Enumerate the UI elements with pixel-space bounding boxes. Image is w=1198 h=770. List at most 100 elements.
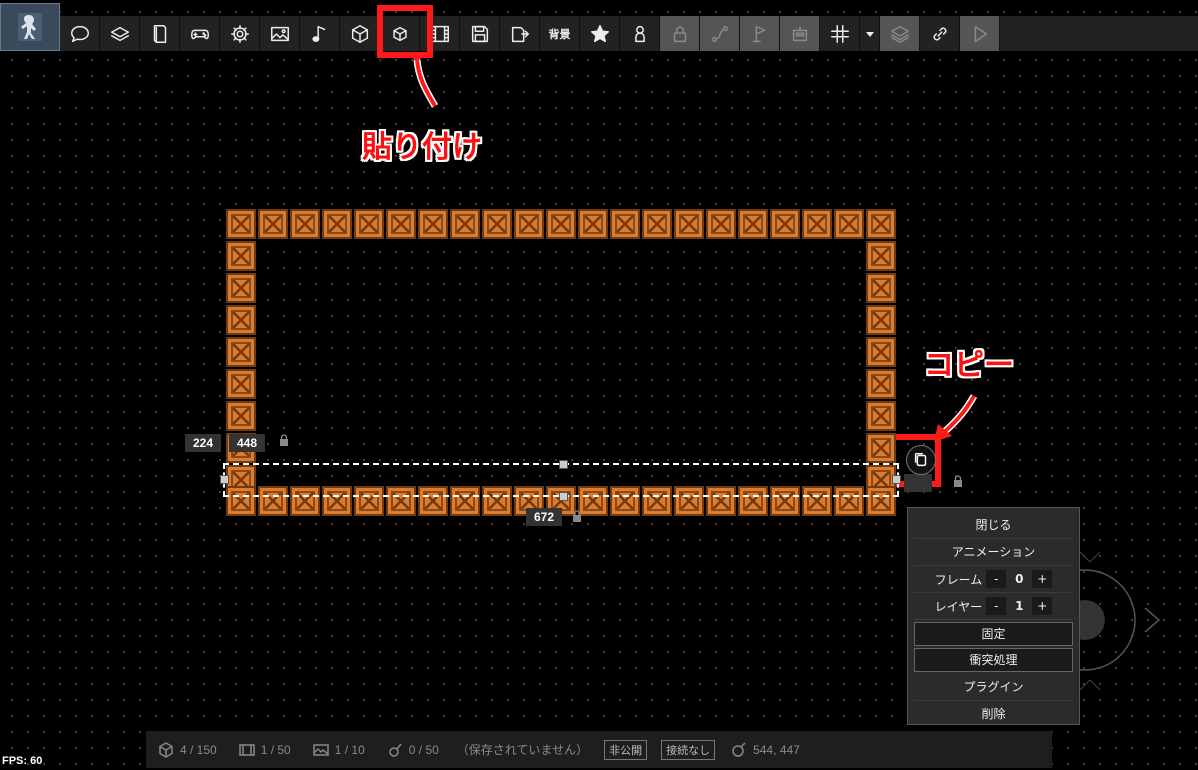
crate-tile[interactable]: [834, 209, 864, 239]
star-icon: [590, 24, 609, 42]
crate-tile[interactable]: [226, 305, 256, 335]
flag-button[interactable]: [740, 16, 780, 51]
crate-tile[interactable]: [226, 241, 256, 271]
crate-tile[interactable]: [290, 209, 320, 239]
speech-bubble-icon: [70, 25, 89, 42]
crate-tile[interactable]: [706, 209, 736, 239]
layer-decrement-button[interactable]: -: [986, 597, 1007, 615]
chat-button[interactable]: [60, 16, 100, 51]
export-button[interactable]: [500, 16, 540, 51]
crate-cross-icon: [872, 247, 890, 265]
crate-tile[interactable]: [482, 209, 512, 239]
resize-handle-top[interactable]: [559, 460, 568, 469]
save-button[interactable]: [460, 16, 500, 51]
crate-tile[interactable]: [322, 209, 352, 239]
object-button[interactable]: [340, 16, 380, 51]
delete-menu-item[interactable]: 削除: [914, 701, 1073, 727]
flag-icon: [752, 25, 765, 42]
play-button[interactable]: [960, 16, 1000, 51]
crate-tile[interactable]: [642, 209, 672, 239]
paste-arrow-icon: [411, 56, 439, 108]
stack-button[interactable]: [880, 16, 920, 51]
crate-cross-icon: [232, 215, 250, 233]
crate-tile[interactable]: [674, 209, 704, 239]
frame-increment-button[interactable]: +: [1032, 570, 1053, 588]
copy-button[interactable]: [906, 445, 936, 475]
gamepad-button[interactable]: [180, 16, 220, 51]
layers-button[interactable]: [100, 16, 140, 51]
visibility-badge[interactable]: 非公開: [604, 739, 648, 760]
crate-cross-icon: [456, 215, 474, 233]
app-logo[interactable]: [0, 3, 60, 51]
person-icon: [634, 25, 645, 42]
close-menu-item[interactable]: 閉じる: [914, 512, 1073, 539]
crate-tile[interactable]: [866, 273, 896, 303]
collision-toggle-button[interactable]: 衝突処理: [914, 648, 1073, 672]
crate-tile[interactable]: [514, 209, 544, 239]
resize-handle-right[interactable]: [892, 475, 901, 484]
grid-dropdown-button[interactable]: [860, 16, 880, 51]
crate-tile[interactable]: [866, 369, 896, 399]
crate-tile[interactable]: [866, 305, 896, 335]
height-label[interactable]: [904, 474, 932, 492]
plugin-menu-item[interactable]: プラグイン: [914, 674, 1073, 701]
frame-decrement-button[interactable]: -: [986, 570, 1007, 588]
selection-box[interactable]: [220, 460, 901, 501]
width-label[interactable]: 672: [526, 508, 563, 526]
image-button[interactable]: [260, 16, 300, 51]
crate-tile[interactable]: [418, 209, 448, 239]
crate-tile[interactable]: [866, 241, 896, 271]
path-button[interactable]: [700, 16, 740, 51]
crate-tile[interactable]: [610, 209, 640, 239]
resize-handle-bottom[interactable]: [559, 492, 568, 501]
grid-icon: [830, 24, 849, 43]
grid-button[interactable]: [820, 16, 860, 51]
crate-tile[interactable]: [802, 209, 832, 239]
crate-tile[interactable]: [866, 401, 896, 431]
crate-tile[interactable]: [226, 401, 256, 431]
animation-menu-item[interactable]: アニメーション: [914, 539, 1073, 566]
layer-label: レイヤー: [934, 599, 983, 614]
position-y-label[interactable]: 448: [229, 434, 266, 452]
crate-tile[interactable]: [226, 369, 256, 399]
crate-tile[interactable]: [386, 209, 416, 239]
layer-increment-button[interactable]: +: [1032, 597, 1053, 615]
crate-tile[interactable]: [866, 337, 896, 367]
copy-arrow-icon: [934, 394, 978, 442]
lock-icon[interactable]: [572, 510, 582, 522]
fps-counter: FPS: 60: [2, 755, 43, 767]
resize-handle-left[interactable]: [220, 475, 229, 484]
lock-icon[interactable]: [953, 475, 963, 487]
crate-cross-icon: [872, 343, 890, 361]
music-button[interactable]: [300, 16, 340, 51]
crate-tile[interactable]: [578, 209, 608, 239]
crate-tile[interactable]: [450, 209, 480, 239]
crate-tile[interactable]: [866, 433, 896, 463]
fixed-toggle-button[interactable]: 固定: [914, 622, 1073, 646]
crate-tile[interactable]: [738, 209, 768, 239]
connection-badge[interactable]: 接続なし: [661, 739, 716, 760]
crate-tile[interactable]: [354, 209, 384, 239]
book-button[interactable]: [140, 16, 180, 51]
crate-tile[interactable]: [226, 273, 256, 303]
link-button[interactable]: [920, 16, 960, 51]
crate-tile[interactable]: [770, 209, 800, 239]
character-button[interactable]: [620, 16, 660, 51]
lock-icon[interactable]: [279, 434, 289, 446]
crate-cross-icon: [232, 343, 250, 361]
robot-button[interactable]: [780, 16, 820, 51]
crate-cross-icon: [872, 375, 890, 393]
settings-button[interactable]: [220, 16, 260, 51]
crate-cross-icon: [264, 215, 282, 233]
crate-tile[interactable]: [546, 209, 576, 239]
crate-tile[interactable]: [226, 337, 256, 367]
favorite-button[interactable]: [580, 16, 620, 51]
book-icon: [153, 24, 166, 43]
crate-tile[interactable]: [226, 209, 256, 239]
lock-button[interactable]: [660, 16, 700, 51]
crate-tile[interactable]: [258, 209, 288, 239]
crate-tile[interactable]: [866, 209, 896, 239]
position-x-label[interactable]: 224: [185, 434, 222, 452]
crate-cross-icon: [360, 215, 378, 233]
background-button[interactable]: 背景: [540, 16, 580, 51]
